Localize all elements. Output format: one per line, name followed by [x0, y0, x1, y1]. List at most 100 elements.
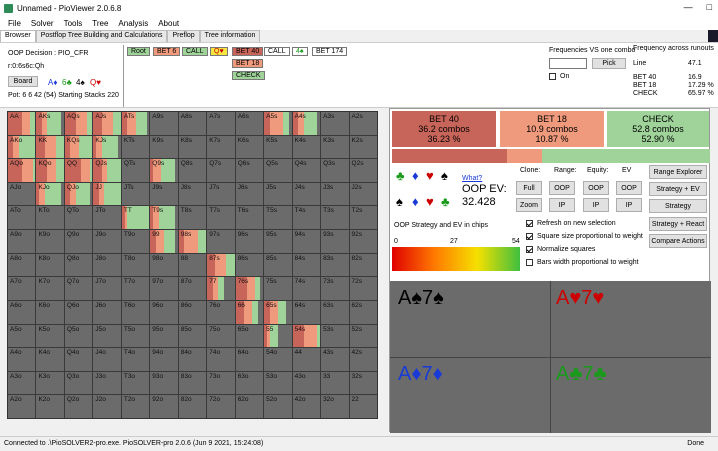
hand-cell-qto[interactable]: QTo: [64, 206, 93, 230]
full-button[interactable]: Full: [516, 181, 542, 195]
hand-cell-72o[interactable]: 72o: [207, 395, 235, 418]
hand-cell-a3s[interactable]: A3s: [321, 112, 349, 135]
hand-cell-q4o[interactable]: Q4o: [64, 348, 93, 371]
hand-cell-tt[interactable]: TT: [121, 206, 150, 230]
menu-about[interactable]: About: [158, 19, 179, 28]
hand-cell-t6s[interactable]: T6s: [235, 206, 264, 230]
hand-cell-82o[interactable]: 82o: [178, 395, 207, 418]
hand-cell-k7s[interactable]: K7s: [207, 135, 235, 159]
hand-cell-52s[interactable]: 52s: [349, 324, 377, 348]
hand-cell-86o[interactable]: 86o: [178, 300, 207, 324]
hand-cell-j4s[interactable]: J4s: [292, 182, 321, 206]
hand-cell-j9o[interactable]: J9o: [93, 230, 121, 253]
hand-cell-64s[interactable]: 64s: [292, 300, 321, 324]
hand-cell-97o[interactable]: 97o: [150, 277, 178, 300]
hand-cell-q2o[interactable]: Q2o: [64, 395, 93, 418]
hand-cell-53o[interactable]: 53o: [264, 371, 292, 395]
heart-icon[interactable]: ♥: [426, 169, 434, 182]
hand-cell-j5s[interactable]: J5s: [264, 182, 292, 206]
hand-cell-k3o[interactable]: K3o: [36, 371, 64, 395]
hand-cell-86s[interactable]: 86s: [235, 253, 264, 277]
hand-cell-a9s[interactable]: A9s: [150, 112, 178, 135]
hand-cell-33[interactable]: 33: [321, 371, 349, 395]
hand-cell-87s[interactable]: 87s: [207, 253, 235, 277]
hand-cell-t5o[interactable]: T5o: [121, 324, 150, 348]
hand-cell-k2o[interactable]: K2o: [36, 395, 64, 418]
hand-cell-42o[interactable]: 42o: [292, 395, 321, 418]
line-river-card[interactable]: 4♠: [292, 47, 308, 56]
hand-cell-ats[interactable]: ATs: [121, 112, 150, 135]
hand-cell-62o[interactable]: 62o: [235, 395, 264, 418]
range-ip-button[interactable]: IP: [549, 198, 575, 212]
compare-actions-button[interactable]: Compare Actions: [649, 234, 707, 248]
diamond-icon-2[interactable]: ♦: [412, 195, 419, 208]
hand-cell-52o[interactable]: 52o: [264, 395, 292, 418]
refresh-checkbox[interactable]: [526, 220, 533, 227]
hand-cell-ako[interactable]: AKo: [8, 135, 36, 159]
tab-browser[interactable]: Browser: [0, 30, 36, 42]
hand-cell-76o[interactable]: 76o: [207, 300, 235, 324]
hand-cell-a7o[interactable]: A7o: [8, 277, 36, 300]
what-link[interactable]: What?: [462, 175, 482, 182]
hand-cell-62s[interactable]: 62s: [349, 300, 377, 324]
hand-cell-98s[interactable]: 98s: [178, 230, 207, 253]
hand-cell-k7o[interactable]: K7o: [36, 277, 64, 300]
line-bet-6[interactable]: BET 6: [153, 47, 181, 56]
hand-cell-q9o[interactable]: Q9o: [64, 230, 93, 253]
hand-cell-93s[interactable]: 93s: [321, 230, 349, 253]
hand-cell-t4o[interactable]: T4o: [121, 348, 150, 371]
hand-cell-65o[interactable]: 65o: [235, 324, 264, 348]
hand-cell-k6s[interactable]: K6s: [235, 135, 264, 159]
hand-cell-a5o[interactable]: A5o: [8, 324, 36, 348]
hand-cell-a6s[interactable]: A6s: [235, 112, 264, 135]
strategy-react-button[interactable]: Strategy + React: [649, 217, 707, 231]
combo-spades[interactable]: A♠7♠: [398, 287, 444, 310]
hand-cell-t7o[interactable]: T7o: [121, 277, 150, 300]
line-turn-card[interactable]: Q♥: [210, 47, 228, 56]
hand-cell-a8s[interactable]: A8s: [178, 112, 207, 135]
range-oop-button[interactable]: OOP: [549, 181, 575, 195]
hand-cell-k4o[interactable]: K4o: [36, 348, 64, 371]
action-bet-40[interactable]: BET 40 36.2 combos 36.23 %: [392, 111, 496, 147]
hand-cell-j3s[interactable]: J3s: [321, 182, 349, 206]
hand-cell-j2o[interactable]: J2o: [93, 395, 121, 418]
hand-cell-94o[interactable]: 94o: [150, 348, 178, 371]
hand-cell-jts[interactable]: JTs: [121, 182, 150, 206]
hand-cell-a4s[interactable]: A4s: [292, 112, 321, 135]
strategy-ev-button[interactable]: Strategy + EV: [649, 182, 707, 196]
hand-cell-a2s[interactable]: A2s: [349, 112, 377, 135]
heart-icon-2[interactable]: ♥: [426, 195, 434, 208]
board-button[interactable]: Board: [8, 76, 38, 87]
menu-file[interactable]: File: [8, 19, 21, 28]
hand-cell-q2s[interactable]: Q2s: [349, 159, 377, 182]
hand-cell-66[interactable]: 66: [235, 300, 264, 324]
hand-cell-93o[interactable]: 93o: [150, 371, 178, 395]
hand-cell-q7o[interactable]: Q7o: [64, 277, 93, 300]
hand-cell-95o[interactable]: 95o: [150, 324, 178, 348]
hand-cell-q5s[interactable]: Q5s: [264, 159, 292, 182]
hand-cell-q4s[interactable]: Q4s: [292, 159, 321, 182]
club-icon-2[interactable]: ♣: [441, 195, 450, 208]
ev-oop-button[interactable]: OOP: [616, 181, 642, 195]
menu-tree[interactable]: Tree: [92, 19, 108, 28]
hand-cell-a2o[interactable]: A2o: [8, 395, 36, 418]
combo-input[interactable]: [549, 58, 587, 69]
hand-cell-a6o[interactable]: A6o: [8, 300, 36, 324]
hand-cell-aqo[interactable]: AQo: [8, 159, 36, 182]
tab-postflop-tree[interactable]: Postflop Tree Building and Calculations: [35, 30, 168, 42]
hand-cell-j2s[interactable]: J2s: [349, 182, 377, 206]
equity-ip-button[interactable]: IP: [583, 198, 609, 212]
hand-cell-a5s[interactable]: A5s: [264, 112, 292, 135]
hand-cell-q8o[interactable]: Q8o: [64, 253, 93, 277]
hand-cell-q6o[interactable]: Q6o: [64, 300, 93, 324]
hand-cell-92s[interactable]: 92s: [349, 230, 377, 253]
hand-cell-kto[interactable]: KTo: [36, 206, 64, 230]
hand-cell-k5s[interactable]: K5s: [264, 135, 292, 159]
hand-cell-32s[interactable]: 32s: [349, 371, 377, 395]
hand-cell-t4s[interactable]: T4s: [292, 206, 321, 230]
hand-cell-75o[interactable]: 75o: [207, 324, 235, 348]
pick-button[interactable]: Pick: [592, 58, 626, 69]
hand-cell-t2s[interactable]: T2s: [349, 206, 377, 230]
hand-cell-jto[interactable]: JTo: [93, 206, 121, 230]
hand-cell-t8s[interactable]: T8s: [178, 206, 207, 230]
